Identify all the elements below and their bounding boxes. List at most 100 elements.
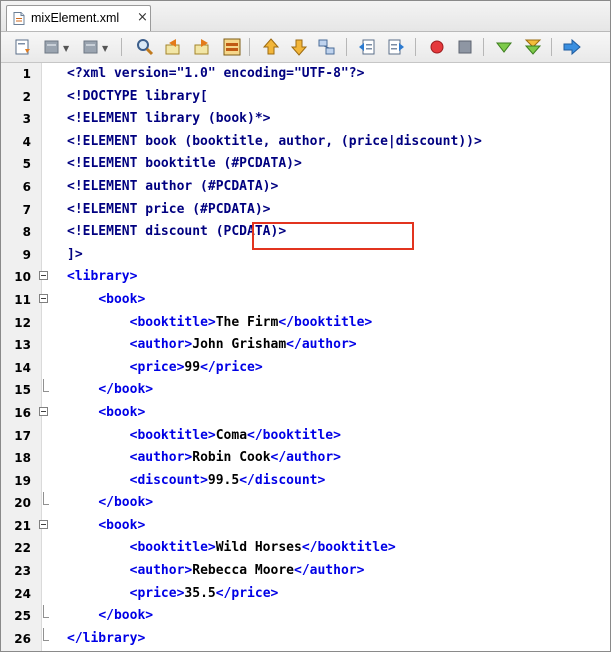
xml-tag: </author> (270, 450, 341, 466)
fold-collapse-icon[interactable] (39, 271, 48, 281)
code-line[interactable]: 3 <!ELEMENT library (book)*> (1, 108, 610, 131)
code-text: <!ELEMENT library (book)*> (67, 108, 271, 131)
code-line[interactable]: 15 </book> (1, 379, 610, 402)
code-line[interactable]: 26 </library> (1, 627, 610, 651)
xsl-transform-icon[interactable] (562, 37, 582, 57)
xml-tag: <author> (129, 337, 193, 353)
close-icon[interactable]: × (137, 10, 148, 25)
xml-tag: <discount> (129, 472, 208, 488)
line-number: 13 (14, 338, 31, 353)
line-number: 17 (14, 428, 31, 443)
xml-tag: <price> (129, 359, 185, 375)
toolbar-separator (121, 38, 122, 56)
line-number: 11 (14, 292, 31, 307)
code-line[interactable]: 14 <price>99</price> (1, 357, 610, 380)
tab-mixelement-xml[interactable]: mixElement.xml × (6, 5, 151, 31)
xml-tag: </price> (200, 359, 263, 375)
find-next-icon[interactable] (193, 37, 213, 57)
code-text: <booktitle>Coma</booktitle> (67, 425, 341, 448)
editor-tab-bar: mixElement.xml × (1, 1, 610, 32)
shift-right-icon[interactable] (386, 37, 406, 57)
code-line[interactable]: 1 <?xml version="1.0" encoding="UTF-8"?> (1, 63, 610, 86)
toolbar-separator (483, 38, 484, 56)
find-previous-icon[interactable] (164, 37, 184, 57)
code-text: <booktitle>The Firm</booktitle> (67, 312, 373, 335)
code-line[interactable]: 21 <book> (1, 515, 610, 538)
start-macro-icon[interactable] (427, 37, 447, 57)
find-icon[interactable] (135, 37, 155, 57)
code-line[interactable]: 2 <!DOCTYPE library[ (1, 86, 610, 109)
code-line[interactable]: 22 <booktitle>Wild Horses</booktitle> (1, 537, 610, 560)
code-line[interactable]: 13 <author>John Grisham</author> (1, 334, 610, 357)
fold-collapse-icon[interactable] (39, 519, 48, 529)
code-line[interactable]: 5 <!ELEMENT booktitle (#PCDATA)> (1, 153, 610, 176)
line-number: 22 (14, 541, 31, 556)
code-line[interactable]: 18 <author>Robin Cook</author> (1, 447, 610, 470)
dtd-declaration: <!ELEMENT price (#PCDATA)> (67, 201, 271, 217)
line-number: 2 (22, 89, 31, 104)
code-text: <library> (67, 266, 137, 289)
code-text: <!ELEMENT booktitle (#PCDATA)> (67, 153, 302, 176)
xml-tag: </author> (286, 337, 357, 353)
forward-dropdown-icon[interactable] (81, 37, 101, 57)
code-line[interactable]: 17 <booktitle>Coma</booktitle> (1, 425, 610, 448)
code-line[interactable]: 19 <discount>99.5</discount> (1, 470, 610, 493)
xml-file-icon (13, 12, 25, 25)
code-line[interactable]: 12 <booktitle>The Firm</booktitle> (1, 312, 610, 335)
xml-tag: </library> (67, 630, 146, 646)
code-text: <!DOCTYPE library[ (67, 86, 208, 109)
xml-tag: </book> (98, 608, 154, 624)
last-edit-icon[interactable] (13, 37, 33, 57)
code-text: <book> (67, 402, 145, 425)
next-bookmark-icon[interactable] (289, 37, 309, 57)
code-text: <?xml version="1.0" encoding="UTF-8"?> (67, 63, 364, 86)
back-dropdown-icon[interactable] (42, 37, 62, 57)
line-number: 14 (14, 360, 31, 375)
highlight-box (252, 222, 414, 250)
code-editor[interactable]: 1 <?xml version="1.0" encoding="UTF-8"?> 2… (1, 63, 610, 650)
chevron-down-icon[interactable]: ▼ (63, 44, 69, 53)
line-number: 24 (14, 586, 31, 601)
code-line[interactable]: 6 <!ELEMENT author (#PCDATA)> (1, 176, 610, 199)
toggle-bookmark-icon[interactable] (317, 37, 337, 57)
stop-macro-icon[interactable] (455, 37, 475, 57)
code-line[interactable]: 11 <book> (1, 289, 610, 312)
element-text: 35.5 (184, 585, 216, 601)
code-text: <author>Robin Cook</author> (67, 447, 341, 470)
code-line[interactable]: 7 <!ELEMENT price (#PCDATA)> (1, 199, 610, 222)
code-line[interactable]: 4 <!ELEMENT book (booktitle, author, (pri… (1, 131, 610, 154)
line-number: 18 (14, 451, 31, 466)
code-text: <!ELEMENT price (#PCDATA)> (67, 199, 271, 222)
previous-bookmark-icon[interactable] (261, 37, 281, 57)
toggle-highlight-icon[interactable] (222, 37, 242, 57)
chevron-down-icon[interactable]: ▼ (102, 44, 108, 53)
validate-xml-icon[interactable] (523, 37, 543, 57)
dtd-declaration: <!ELEMENT author (#PCDATA)> (67, 178, 279, 194)
code-line[interactable]: 10 <library> (1, 266, 610, 289)
fold-collapse-icon[interactable] (39, 293, 48, 303)
xml-tag: </book> (98, 382, 154, 398)
fold-collapse-icon[interactable] (39, 406, 48, 416)
code-line[interactable]: 24 <price>35.5</price> (1, 583, 610, 606)
code-line[interactable]: 23 <author>Rebecca Moore</author> (1, 560, 610, 583)
code-line[interactable]: 25 </book> (1, 605, 610, 628)
code-text: </book> (67, 492, 153, 515)
code-line[interactable]: 20 </book> (1, 492, 610, 515)
code-line[interactable]: 16 <book> (1, 402, 610, 425)
dtd-declaration: <!ELEMENT book (booktitle, author, (pric… (67, 133, 482, 149)
code-text: <discount>99.5</discount> (67, 470, 326, 493)
shift-left-icon[interactable] (357, 37, 377, 57)
tab-label: mixElement.xml (31, 11, 120, 25)
dtd-declaration: <!ELEMENT library (book)*> (67, 111, 271, 127)
check-xml-icon[interactable] (494, 37, 514, 57)
element-text: Wild Horses (215, 540, 302, 556)
line-number: 4 (22, 134, 31, 149)
code-text: </book> (67, 605, 153, 628)
